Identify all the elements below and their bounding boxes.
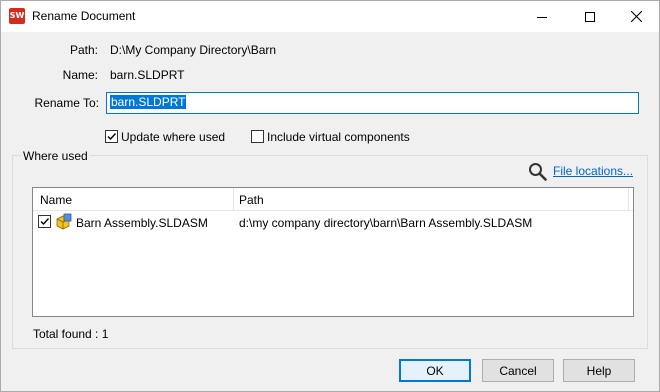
row-path: d:\my company directory\barn\Barn Assemb…	[239, 216, 533, 230]
title-bar[interactable]: SW Rename Document	[1, 1, 659, 32]
total-found: Total found : 1	[33, 327, 109, 341]
path-value: D:\My Company Directory\Barn	[110, 43, 277, 57]
where-used-list[interactable]: Name Path Barn Assembly.SLDASM d:\my com…	[32, 187, 634, 317]
file-locations-link[interactable]: File locations...	[553, 164, 633, 178]
cancel-button[interactable]: Cancel	[482, 359, 554, 382]
checkmark-icon	[107, 133, 117, 141]
close-button[interactable]	[613, 1, 659, 32]
row-name: Barn Assembly.SLDASM	[76, 216, 208, 230]
update-where-used-checkbox[interactable]	[105, 130, 118, 143]
column-header-name[interactable]: Name	[40, 193, 72, 207]
include-virtual-components-label[interactable]: Include virtual components	[267, 130, 410, 144]
help-button[interactable]: Help	[563, 359, 635, 382]
rename-to-selected-text: barn.SLDPRT	[110, 95, 187, 109]
ok-button[interactable]: OK	[399, 359, 471, 382]
maximize-icon	[585, 11, 595, 22]
solidworks-icon: SW	[9, 8, 25, 24]
path-label: Path:	[69, 43, 98, 57]
file-locations[interactable]: File locations...	[528, 161, 633, 181]
column-divider[interactable]	[233, 188, 234, 211]
magnifier-icon	[529, 162, 547, 181]
column-divider[interactable]	[628, 188, 629, 211]
row-include-checkbox[interactable]	[38, 215, 51, 228]
column-header-path[interactable]: Path	[239, 193, 264, 207]
assembly-icon	[56, 213, 72, 230]
update-where-used-label[interactable]: Update where used	[121, 130, 225, 144]
close-icon	[630, 11, 642, 22]
table-row[interactable]: Barn Assembly.SLDASM d:\my company direc…	[33, 213, 633, 231]
checkmark-icon	[40, 218, 50, 226]
rename-to-input[interactable]: barn.SLDPRT	[106, 92, 639, 114]
name-value: barn.SLDPRT	[110, 68, 185, 82]
include-virtual-components-checkbox[interactable]	[251, 130, 264, 143]
rename-to-label: Rename To:	[34, 96, 99, 110]
name-label: Name:	[62, 68, 98, 82]
minimize-icon	[537, 16, 547, 18]
where-used-title: Where used	[21, 149, 90, 163]
window-title: Rename Document	[32, 9, 136, 23]
list-header: Name Path	[33, 188, 633, 211]
maximize-button[interactable]	[567, 1, 613, 32]
minimize-button[interactable]	[519, 1, 565, 32]
rename-document-dialog: SW Rename Document Path: D:\My Company D…	[0, 0, 660, 392]
